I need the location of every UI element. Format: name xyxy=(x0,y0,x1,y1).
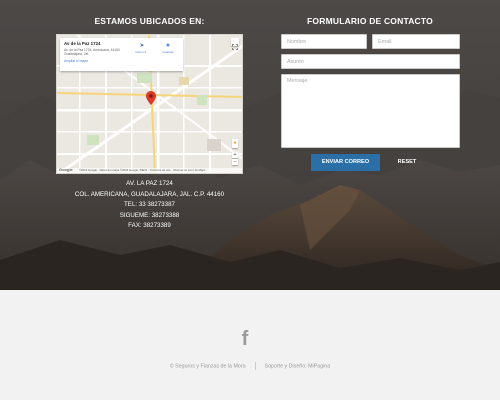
footer-divider xyxy=(254,362,256,370)
zoom-out-button[interactable]: − xyxy=(232,159,238,165)
enlarge-map-link[interactable]: Ampliar el mapa xyxy=(64,59,179,63)
hero-background: ESTAMOS UBICADOS EN: FORMULARIO DE CONTA… xyxy=(0,0,500,290)
save-place-label: Guardar xyxy=(162,50,174,54)
address-block: AV. LA PAZ 1724 COL. AMERICANA, GUADALAJ… xyxy=(56,179,243,232)
directions-label: Cómo ll... xyxy=(135,50,149,54)
message-textarea[interactable] xyxy=(281,74,460,148)
fax-line: FAX: 38273389 xyxy=(128,222,171,230)
map-place-address: Av. de la Paz 1724, Americana, 44160 Gua… xyxy=(64,48,120,56)
page-footer: f © Seguros y Fianzas de la Mora Soporte … xyxy=(0,290,500,400)
street-view-pegman-icon[interactable]: ● xyxy=(232,139,238,148)
location-pin-icon[interactable] xyxy=(146,91,156,105)
map-info-card: Av de la Paz 1724 Av. de la Paz 1724, Am… xyxy=(60,38,183,71)
copyright-text: © Seguros y Fianzas de la Mora xyxy=(169,363,246,370)
directions-button[interactable]: ➤ Cómo ll... xyxy=(132,43,152,54)
zoom-in-button[interactable]: + xyxy=(232,152,238,158)
contact-title: FORMULARIO DE CONTACTO xyxy=(307,16,433,26)
embedded-map[interactable]: Av de la Paz 1724 Av. de la Paz 1724, Am… xyxy=(56,34,243,174)
phone-line: TEL: 33 38273387 xyxy=(124,201,175,209)
send-email-button[interactable]: ENVIAR CORREO xyxy=(311,154,380,171)
name-input[interactable] xyxy=(281,34,367,49)
follow-line: SIGUEME: 38273388 xyxy=(119,211,180,219)
map-attribution: ©2016 Google · Datos del mapa ©2016 Goog… xyxy=(57,168,242,173)
reset-button[interactable]: RESET xyxy=(389,154,425,171)
design-credit-link[interactable]: Soporte y Diseño: MiPagina xyxy=(265,363,331,369)
directions-icon: ➤ xyxy=(139,43,145,49)
star-icon: ★ xyxy=(165,43,171,49)
save-place-button[interactable]: ★ Guardar xyxy=(158,43,178,54)
footer-credits: © Seguros y Fianzas de la Mora Soporte y … xyxy=(0,362,500,370)
facebook-icon[interactable]: f xyxy=(238,328,252,350)
google-logo: Google xyxy=(59,167,73,172)
subject-input[interactable] xyxy=(281,54,460,69)
fullscreen-icon[interactable] xyxy=(231,38,239,50)
address-line: COL. AMERICANA, GUADALAJARA, JAL. C.P. 4… xyxy=(74,190,225,198)
location-title: ESTAMOS UBICADOS EN: xyxy=(94,16,205,26)
email-input[interactable] xyxy=(372,34,460,49)
address-line: AV. LA PAZ 1724 xyxy=(126,180,173,187)
